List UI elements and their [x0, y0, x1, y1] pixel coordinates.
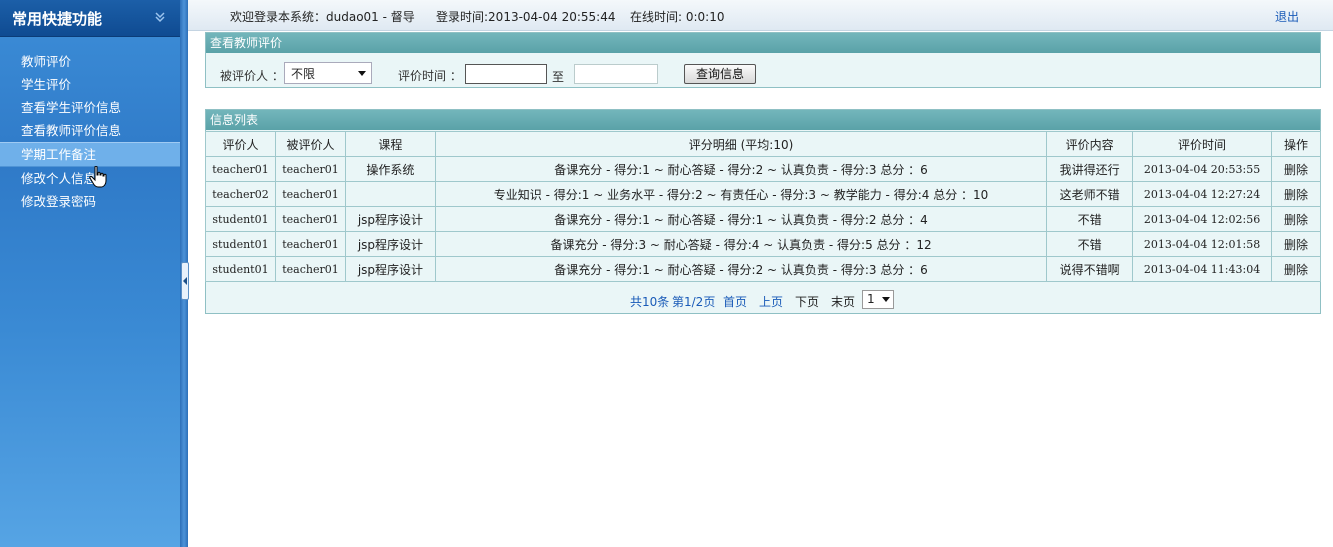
header-evaluator[interactable]: 评价人 — [205, 131, 276, 157]
cell-score-detail: 备课充分 - 得分:3 ~ 耐心答疑 - 得分:4 ~ 认真负责 - 得分:5 … — [434, 231, 1048, 257]
cell-time: 2013-04-04 12:01:58 — [1132, 231, 1272, 257]
online-time: 在线时间: 0:0:10 — [630, 10, 725, 24]
delete-link[interactable]: 删除 — [1271, 156, 1321, 182]
header-course[interactable]: 课程 — [344, 131, 436, 157]
cell-evaluatee: teacher01 — [274, 256, 346, 282]
hand-pointer-cursor-icon — [89, 166, 107, 188]
pager-last-link[interactable]: 末页 — [831, 293, 855, 310]
cell-content: 这老师不错 — [1046, 181, 1134, 207]
chevron-down-icon — [882, 297, 890, 302]
header-score-detail[interactable]: 评分明细 (平均:10) — [434, 131, 1048, 157]
cell-course — [344, 181, 436, 207]
cell-course: jsp程序设计 — [344, 256, 436, 282]
query-button[interactable]: 查询信息 — [684, 64, 756, 84]
evaluatee-label: 被评价人 ： — [220, 69, 284, 83]
cell-evaluator: teacher01 — [205, 156, 276, 182]
pager-prev-link[interactable]: 上页 — [759, 293, 783, 310]
page-select-value: 1 — [867, 292, 875, 306]
header-evaluatee[interactable]: 被评价人 — [274, 131, 346, 157]
table-row: teacher02 teacher01 专业知识 - 得分:1 ~ 业务水平 -… — [205, 181, 1321, 207]
sidebar-item-view-teacher-evaluations[interactable]: 查看教师评价信息 — [0, 119, 180, 142]
header-content[interactable]: 评价内容 — [1046, 131, 1134, 157]
cell-evaluator: teacher02 — [205, 181, 276, 207]
cell-content: 我讲得还行 — [1046, 156, 1134, 182]
sidebar-item-change-password[interactable]: 修改登录密码 — [0, 190, 180, 213]
cell-evaluatee: teacher01 — [274, 181, 346, 207]
cell-time: 2013-04-04 12:02:56 — [1132, 206, 1272, 232]
sidebar-menu: 教师评价 学生评价 查看学生评价信息 查看教师评价信息 学期工作备注 修改个人信… — [0, 50, 180, 213]
pager-first-link[interactable]: 首页 — [723, 293, 747, 310]
evaluatee-select[interactable]: 不限 — [284, 62, 372, 84]
cell-course: 操作系统 — [344, 156, 436, 182]
sidebar: 常用快捷功能 教师评价 学生评价 查看学生评价信息 查看教师评价信息 学期工作备… — [0, 0, 180, 547]
table-row: student01 teacher01 jsp程序设计 备课充分 - 得分:1 … — [205, 256, 1321, 282]
cell-content: 不错 — [1046, 231, 1134, 257]
list-panel: 信息列表 评价人 被评价人 课程 评分明细 (平均:10) 评价内容 评价时间 … — [205, 109, 1321, 314]
chevron-down-icon — [358, 71, 366, 76]
search-panel: 查看教师评价 — [205, 32, 1321, 88]
list-panel-title: 信息列表 — [206, 110, 1320, 130]
page-select[interactable]: 1 — [862, 290, 894, 309]
table-row: student01 teacher01 jsp程序设计 备课充分 - 得分:1 … — [205, 206, 1321, 232]
cell-score-detail: 专业知识 - 得分:1 ~ 业务水平 - 得分:2 ~ 有责任心 - 得分:3 … — [434, 181, 1048, 207]
top-bar: 欢迎登录本系统：dudao01 - 督导 登录时间:2013-04-04 20:… — [188, 0, 1333, 31]
evaluation-time-label: 评价时间 ： — [398, 69, 462, 83]
pagination: 共10条 第1/2页 首页 上页 下页 末页 1 — [206, 286, 1320, 312]
delete-link[interactable]: 删除 — [1271, 231, 1321, 257]
sidebar-header: 常用快捷功能 — [0, 0, 180, 37]
cell-course: jsp程序设计 — [344, 206, 436, 232]
evaluation-table: 评价人 被评价人 课程 评分明细 (平均:10) 评价内容 评价时间 操作 te… — [205, 131, 1321, 282]
cell-score-detail: 备课充分 - 得分:1 ~ 耐心答疑 - 得分:2 ~ 认真负责 - 得分:3 … — [434, 256, 1048, 282]
sidebar-title: 常用快捷功能 — [12, 10, 103, 28]
cell-evaluatee: teacher01 — [274, 231, 346, 257]
logout-link[interactable]: 退出 — [1275, 8, 1299, 25]
delete-link[interactable]: 删除 — [1271, 206, 1321, 232]
delete-link[interactable]: 删除 — [1271, 181, 1321, 207]
date-to-input[interactable] — [574, 64, 658, 84]
cell-time: 2013-04-04 11:43:04 — [1132, 256, 1272, 282]
evaluatee-select-value: 不限 — [291, 67, 316, 81]
cell-content: 说得不错啊 — [1046, 256, 1134, 282]
header-time[interactable]: 评价时间 — [1132, 131, 1272, 157]
cell-content: 不错 — [1046, 206, 1134, 232]
sidebar-item-teacher-evaluation[interactable]: 教师评价 — [0, 50, 180, 73]
date-to-separator: 至 — [552, 70, 565, 84]
welcome-text: 欢迎登录本系统：dudao01 - 督导 — [230, 10, 415, 24]
cell-time: 2013-04-04 12:27:24 — [1132, 181, 1272, 207]
table-header-row: 评价人 被评价人 课程 评分明细 (平均:10) 评价内容 评价时间 操作 — [205, 131, 1321, 157]
sidebar-item-student-evaluation[interactable]: 学生评价 — [0, 73, 180, 96]
cell-score-detail: 备课充分 - 得分:1 ~ 耐心答疑 - 得分:2 ~ 认真负责 - 得分:3 … — [434, 156, 1048, 182]
cell-evaluator: student01 — [205, 206, 276, 232]
cell-evaluatee: teacher01 — [274, 206, 346, 232]
table-row: teacher01 teacher01 操作系统 备课充分 - 得分:1 ~ 耐… — [205, 156, 1321, 182]
cell-evaluator: student01 — [205, 231, 276, 257]
delete-link[interactable]: 删除 — [1271, 256, 1321, 282]
cell-evaluator: student01 — [205, 256, 276, 282]
cell-course: jsp程序设计 — [344, 231, 436, 257]
header-action[interactable]: 操作 — [1271, 131, 1321, 157]
pager-total: 共10条 — [630, 295, 670, 309]
sidebar-item-view-student-evaluations[interactable]: 查看学生评价信息 — [0, 96, 180, 119]
login-time: 登录时间:2013-04-04 20:55:44 — [436, 10, 616, 24]
pager-page-info: 第1/2页 — [672, 295, 716, 309]
cell-time: 2013-04-04 20:53:55 — [1132, 156, 1272, 182]
cell-evaluatee: teacher01 — [274, 156, 346, 182]
double-chevron-down-icon[interactable] — [152, 9, 168, 25]
date-from-input[interactable] — [465, 64, 547, 84]
cell-score-detail: 备课充分 - 得分:1 ~ 耐心答疑 - 得分:1 ~ 认真负责 - 得分:2 … — [434, 206, 1048, 232]
sidebar-item-semester-notes[interactable]: 学期工作备注 — [0, 142, 180, 167]
search-panel-title: 查看教师评价 — [206, 33, 1320, 53]
pager-next-link[interactable]: 下页 — [795, 293, 819, 310]
sidebar-toggle-handle[interactable] — [181, 262, 189, 300]
table-row: student01 teacher01 jsp程序设计 备课充分 - 得分:3 … — [205, 231, 1321, 257]
